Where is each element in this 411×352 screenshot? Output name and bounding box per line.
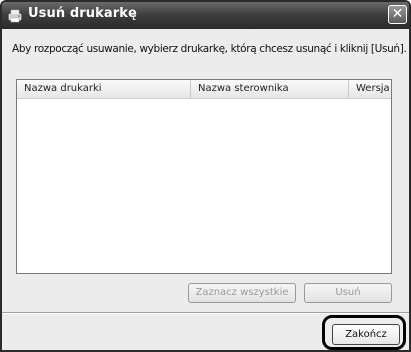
- list-header: Nazwa drukarki Nazwa sterownika Wersja: [17, 80, 391, 99]
- remove-printer-dialog: Usuń drukarkę ✕ Aby rozpocząć usuwanie, …: [0, 0, 411, 352]
- printer-icon: [8, 8, 23, 23]
- separator: [2, 312, 409, 314]
- close-icon[interactable]: ✕: [388, 5, 407, 24]
- remove-button[interactable]: Usuń: [304, 283, 392, 303]
- column-header-printer-name[interactable]: Nazwa drukarki: [17, 80, 191, 98]
- instruction-text: Aby rozpocząć usuwanie, wybierz drukarkę…: [12, 43, 407, 55]
- printer-list[interactable]: Nazwa drukarki Nazwa sterownika Wersja: [16, 79, 392, 274]
- select-all-button[interactable]: Zaznacz wszystkie: [188, 283, 296, 303]
- window-title: Usuń drukarkę: [28, 6, 137, 21]
- column-header-driver-name[interactable]: Nazwa sterownika: [191, 80, 349, 98]
- column-header-version[interactable]: Wersja: [349, 80, 391, 98]
- highlight-ring: [322, 315, 406, 350]
- title-bar: Usuń drukarkę ✕: [2, 2, 409, 29]
